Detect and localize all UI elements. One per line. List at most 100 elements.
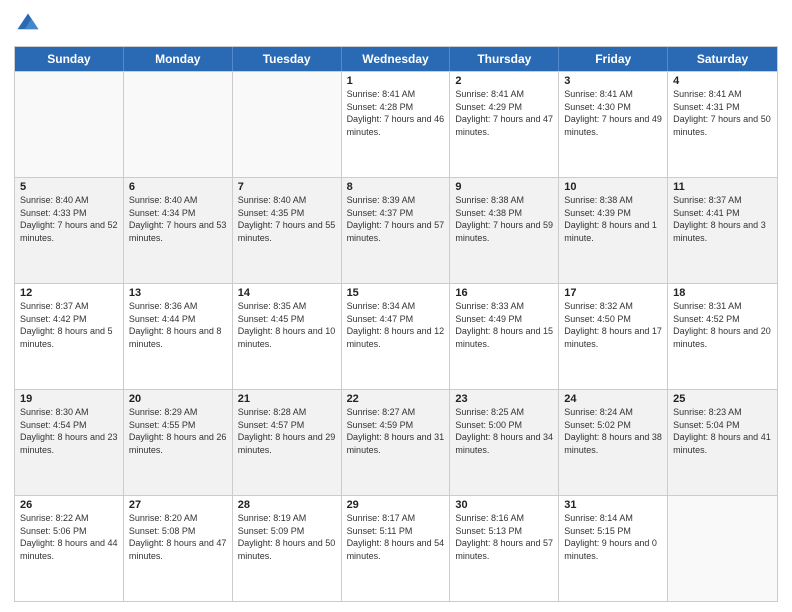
- day-of-week-sunday: Sunday: [15, 47, 124, 71]
- day-number: 7: [238, 181, 336, 193]
- day-number: 21: [238, 393, 336, 405]
- day-info: Sunrise: 8:41 AM Sunset: 4:30 PM Dayligh…: [564, 88, 662, 138]
- calendar-cell: 11Sunrise: 8:37 AM Sunset: 4:41 PM Dayli…: [668, 178, 777, 283]
- calendar-cell: 12Sunrise: 8:37 AM Sunset: 4:42 PM Dayli…: [15, 284, 124, 389]
- day-info: Sunrise: 8:40 AM Sunset: 4:35 PM Dayligh…: [238, 194, 336, 244]
- day-number: 30: [455, 499, 553, 511]
- day-info: Sunrise: 8:25 AM Sunset: 5:00 PM Dayligh…: [455, 406, 553, 456]
- day-number: 23: [455, 393, 553, 405]
- day-info: Sunrise: 8:14 AM Sunset: 5:15 PM Dayligh…: [564, 512, 662, 562]
- day-info: Sunrise: 8:29 AM Sunset: 4:55 PM Dayligh…: [129, 406, 227, 456]
- day-number: 27: [129, 499, 227, 511]
- calendar-cell: 27Sunrise: 8:20 AM Sunset: 5:08 PM Dayli…: [124, 496, 233, 601]
- calendar-cell: 22Sunrise: 8:27 AM Sunset: 4:59 PM Dayli…: [342, 390, 451, 495]
- header: [14, 10, 778, 38]
- day-info: Sunrise: 8:34 AM Sunset: 4:47 PM Dayligh…: [347, 300, 445, 350]
- calendar-cell: 26Sunrise: 8:22 AM Sunset: 5:06 PM Dayli…: [15, 496, 124, 601]
- day-info: Sunrise: 8:23 AM Sunset: 5:04 PM Dayligh…: [673, 406, 772, 456]
- calendar-cell: 16Sunrise: 8:33 AM Sunset: 4:49 PM Dayli…: [450, 284, 559, 389]
- day-number: 29: [347, 499, 445, 511]
- calendar-cell: [15, 72, 124, 177]
- day-info: Sunrise: 8:40 AM Sunset: 4:33 PM Dayligh…: [20, 194, 118, 244]
- day-number: 20: [129, 393, 227, 405]
- day-of-week-monday: Monday: [124, 47, 233, 71]
- calendar-cell: 10Sunrise: 8:38 AM Sunset: 4:39 PM Dayli…: [559, 178, 668, 283]
- calendar-cell: [124, 72, 233, 177]
- day-info: Sunrise: 8:16 AM Sunset: 5:13 PM Dayligh…: [455, 512, 553, 562]
- calendar-cell: 17Sunrise: 8:32 AM Sunset: 4:50 PM Dayli…: [559, 284, 668, 389]
- day-info: Sunrise: 8:40 AM Sunset: 4:34 PM Dayligh…: [129, 194, 227, 244]
- page-container: SundayMondayTuesdayWednesdayThursdayFrid…: [0, 0, 792, 612]
- calendar-cell: 8Sunrise: 8:39 AM Sunset: 4:37 PM Daylig…: [342, 178, 451, 283]
- day-number: 8: [347, 181, 445, 193]
- calendar-cell: 14Sunrise: 8:35 AM Sunset: 4:45 PM Dayli…: [233, 284, 342, 389]
- calendar-cell: 7Sunrise: 8:40 AM Sunset: 4:35 PM Daylig…: [233, 178, 342, 283]
- day-info: Sunrise: 8:38 AM Sunset: 4:38 PM Dayligh…: [455, 194, 553, 244]
- day-info: Sunrise: 8:28 AM Sunset: 4:57 PM Dayligh…: [238, 406, 336, 456]
- day-info: Sunrise: 8:41 AM Sunset: 4:29 PM Dayligh…: [455, 88, 553, 138]
- day-number: 11: [673, 181, 772, 193]
- calendar-body: 1Sunrise: 8:41 AM Sunset: 4:28 PM Daylig…: [15, 71, 777, 601]
- day-info: Sunrise: 8:27 AM Sunset: 4:59 PM Dayligh…: [347, 406, 445, 456]
- calendar-cell: 28Sunrise: 8:19 AM Sunset: 5:09 PM Dayli…: [233, 496, 342, 601]
- day-number: 28: [238, 499, 336, 511]
- day-number: 25: [673, 393, 772, 405]
- day-number: 22: [347, 393, 445, 405]
- day-number: 18: [673, 287, 772, 299]
- day-number: 10: [564, 181, 662, 193]
- calendar-week-2: 5Sunrise: 8:40 AM Sunset: 4:33 PM Daylig…: [15, 177, 777, 283]
- calendar-cell: 5Sunrise: 8:40 AM Sunset: 4:33 PM Daylig…: [15, 178, 124, 283]
- day-number: 19: [20, 393, 118, 405]
- day-of-week-thursday: Thursday: [450, 47, 559, 71]
- calendar-week-1: 1Sunrise: 8:41 AM Sunset: 4:28 PM Daylig…: [15, 71, 777, 177]
- logo-icon: [14, 10, 42, 38]
- day-info: Sunrise: 8:36 AM Sunset: 4:44 PM Dayligh…: [129, 300, 227, 350]
- day-info: Sunrise: 8:39 AM Sunset: 4:37 PM Dayligh…: [347, 194, 445, 244]
- calendar-cell: 13Sunrise: 8:36 AM Sunset: 4:44 PM Dayli…: [124, 284, 233, 389]
- day-info: Sunrise: 8:37 AM Sunset: 4:41 PM Dayligh…: [673, 194, 772, 244]
- day-info: Sunrise: 8:24 AM Sunset: 5:02 PM Dayligh…: [564, 406, 662, 456]
- calendar-cell: 24Sunrise: 8:24 AM Sunset: 5:02 PM Dayli…: [559, 390, 668, 495]
- day-number: 16: [455, 287, 553, 299]
- calendar-cell: 23Sunrise: 8:25 AM Sunset: 5:00 PM Dayli…: [450, 390, 559, 495]
- calendar-cell: 9Sunrise: 8:38 AM Sunset: 4:38 PM Daylig…: [450, 178, 559, 283]
- calendar-cell: [668, 496, 777, 601]
- calendar-cell: 15Sunrise: 8:34 AM Sunset: 4:47 PM Dayli…: [342, 284, 451, 389]
- calendar: SundayMondayTuesdayWednesdayThursdayFrid…: [14, 46, 778, 602]
- day-info: Sunrise: 8:37 AM Sunset: 4:42 PM Dayligh…: [20, 300, 118, 350]
- day-info: Sunrise: 8:35 AM Sunset: 4:45 PM Dayligh…: [238, 300, 336, 350]
- calendar-cell: 3Sunrise: 8:41 AM Sunset: 4:30 PM Daylig…: [559, 72, 668, 177]
- calendar-cell: 18Sunrise: 8:31 AM Sunset: 4:52 PM Dayli…: [668, 284, 777, 389]
- day-info: Sunrise: 8:22 AM Sunset: 5:06 PM Dayligh…: [20, 512, 118, 562]
- calendar-cell: 20Sunrise: 8:29 AM Sunset: 4:55 PM Dayli…: [124, 390, 233, 495]
- day-number: 13: [129, 287, 227, 299]
- day-of-week-tuesday: Tuesday: [233, 47, 342, 71]
- calendar-header: SundayMondayTuesdayWednesdayThursdayFrid…: [15, 47, 777, 71]
- calendar-cell: 6Sunrise: 8:40 AM Sunset: 4:34 PM Daylig…: [124, 178, 233, 283]
- calendar-cell: 30Sunrise: 8:16 AM Sunset: 5:13 PM Dayli…: [450, 496, 559, 601]
- day-number: 5: [20, 181, 118, 193]
- day-info: Sunrise: 8:32 AM Sunset: 4:50 PM Dayligh…: [564, 300, 662, 350]
- calendar-week-4: 19Sunrise: 8:30 AM Sunset: 4:54 PM Dayli…: [15, 389, 777, 495]
- day-of-week-friday: Friday: [559, 47, 668, 71]
- day-of-week-saturday: Saturday: [668, 47, 777, 71]
- day-number: 4: [673, 75, 772, 87]
- day-info: Sunrise: 8:31 AM Sunset: 4:52 PM Dayligh…: [673, 300, 772, 350]
- day-info: Sunrise: 8:19 AM Sunset: 5:09 PM Dayligh…: [238, 512, 336, 562]
- day-number: 26: [20, 499, 118, 511]
- calendar-cell: 21Sunrise: 8:28 AM Sunset: 4:57 PM Dayli…: [233, 390, 342, 495]
- calendar-cell: 2Sunrise: 8:41 AM Sunset: 4:29 PM Daylig…: [450, 72, 559, 177]
- day-info: Sunrise: 8:33 AM Sunset: 4:49 PM Dayligh…: [455, 300, 553, 350]
- calendar-cell: 29Sunrise: 8:17 AM Sunset: 5:11 PM Dayli…: [342, 496, 451, 601]
- day-number: 6: [129, 181, 227, 193]
- day-number: 14: [238, 287, 336, 299]
- logo: [14, 10, 46, 38]
- day-number: 31: [564, 499, 662, 511]
- day-number: 15: [347, 287, 445, 299]
- day-info: Sunrise: 8:20 AM Sunset: 5:08 PM Dayligh…: [129, 512, 227, 562]
- day-number: 2: [455, 75, 553, 87]
- day-number: 3: [564, 75, 662, 87]
- day-info: Sunrise: 8:41 AM Sunset: 4:28 PM Dayligh…: [347, 88, 445, 138]
- calendar-cell: 19Sunrise: 8:30 AM Sunset: 4:54 PM Dayli…: [15, 390, 124, 495]
- day-info: Sunrise: 8:30 AM Sunset: 4:54 PM Dayligh…: [20, 406, 118, 456]
